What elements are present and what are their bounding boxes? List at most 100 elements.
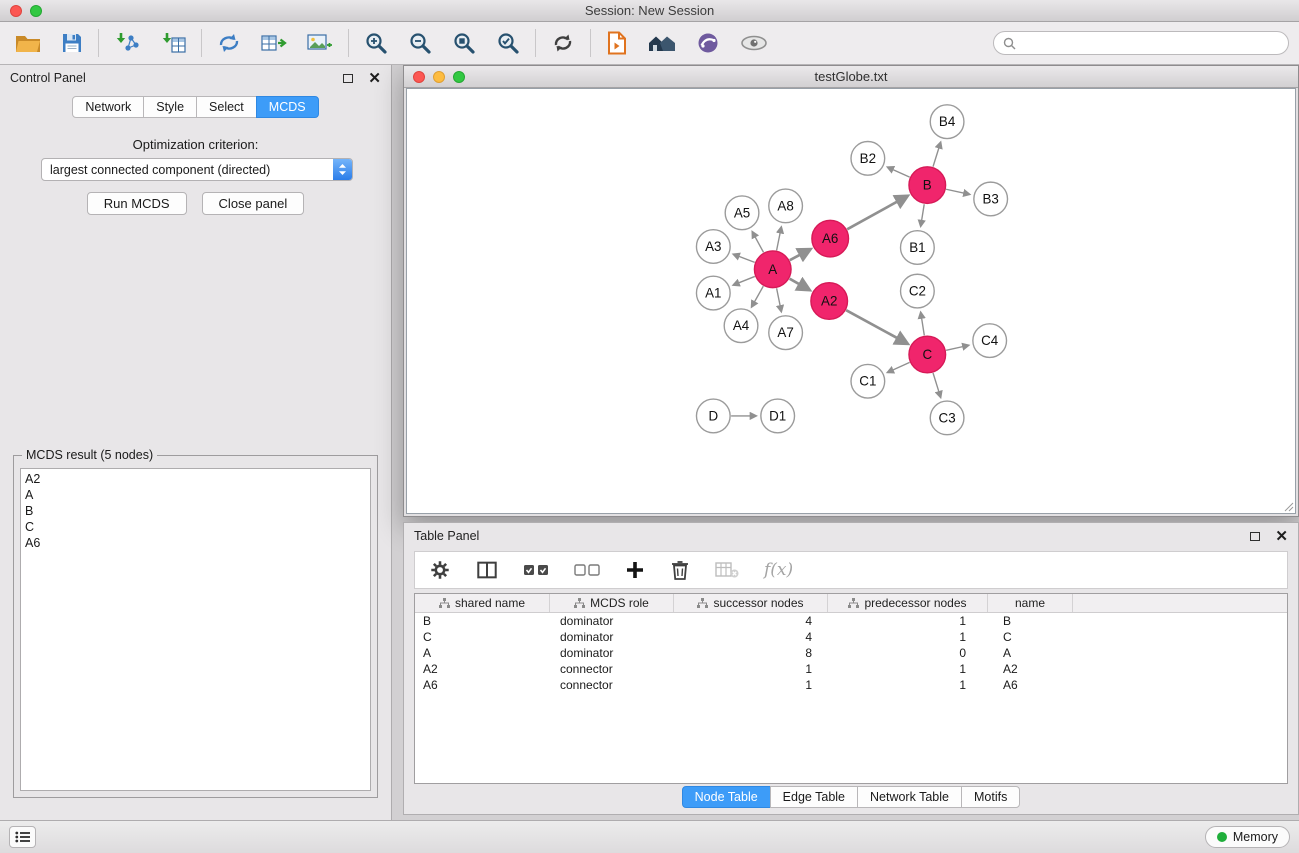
graph-edge-C-C3[interactable] (933, 373, 941, 397)
table-cell[interactable]: 8 (674, 645, 828, 661)
table-cell[interactable]: 4 (674, 613, 828, 629)
table-cell[interactable]: connector (550, 677, 674, 693)
save-session-button[interactable] (61, 32, 83, 54)
table-row[interactable]: A6connector11A6 (415, 677, 1287, 693)
graph-node-C4[interactable]: C4 (973, 324, 1007, 358)
table-cell[interactable]: A6 (988, 677, 1073, 693)
export-image-button[interactable] (307, 32, 333, 54)
mcds-result-item[interactable]: A6 (21, 535, 370, 551)
table-cell[interactable]: C (988, 629, 1073, 645)
graph-edge-A-A2[interactable] (790, 279, 809, 290)
zoom-in-button[interactable] (364, 31, 388, 55)
network-zoom-button[interactable] (453, 71, 465, 83)
delete-column-button[interactable] (670, 559, 690, 581)
optimization-criterion-select[interactable]: largest connected component (directed) (41, 158, 353, 181)
table-cell[interactable]: 1 (674, 661, 828, 677)
graph-edge-A6-B[interactable] (847, 196, 907, 229)
import-file-button[interactable] (606, 31, 628, 55)
float-table-panel-icon[interactable] (1250, 532, 1260, 541)
run-mcds-button[interactable]: Run MCDS (87, 192, 187, 215)
graph-edge-C-C1[interactable] (888, 362, 910, 372)
deselect-all-button[interactable] (574, 562, 600, 578)
table-cell[interactable]: 1 (828, 613, 988, 629)
graph-node-A3[interactable]: A3 (696, 230, 730, 264)
table-cell[interactable]: A2 (988, 661, 1073, 677)
network-minimize-button[interactable] (433, 71, 445, 83)
graph-node-D[interactable]: D (696, 399, 730, 433)
zoom-selected-button[interactable] (496, 31, 520, 55)
table-cell[interactable]: A2 (415, 661, 550, 677)
graph-node-B1[interactable]: B1 (901, 231, 935, 265)
export-table-button[interactable] (261, 32, 287, 54)
table-cell[interactable]: A6 (415, 677, 550, 693)
table-cell[interactable]: 1 (828, 677, 988, 693)
show-columns-button[interactable] (476, 559, 498, 581)
graph-edge-A2-C[interactable] (846, 310, 907, 343)
graph-edge-B-B2[interactable] (888, 167, 910, 177)
show-panels-button[interactable] (9, 826, 36, 848)
graph-edge-B-B1[interactable] (921, 204, 924, 226)
mcds-result-item[interactable]: B (21, 503, 370, 519)
close-window-button[interactable] (10, 5, 22, 17)
table-row[interactable]: Cdominator41C (415, 629, 1287, 645)
float-panel-icon[interactable] (343, 74, 353, 83)
home-button[interactable] (648, 32, 676, 54)
graph-edge-A-A5[interactable] (752, 232, 763, 252)
column-header-predecessor-nodes[interactable]: predecessor nodes (828, 594, 988, 612)
graph-node-C3[interactable]: C3 (930, 401, 964, 435)
export-network-button[interactable] (217, 32, 241, 54)
zoom-window-button[interactable] (30, 5, 42, 17)
graph-node-C[interactable]: C (909, 336, 946, 373)
graph-edge-A-A7[interactable] (777, 288, 782, 311)
tab-network-table[interactable]: Network Table (857, 786, 962, 808)
table-cell[interactable]: 0 (828, 645, 988, 661)
search-field[interactable] (993, 31, 1289, 55)
graph-edge-A-A8[interactable] (777, 227, 782, 250)
table-row[interactable]: Bdominator41B (415, 613, 1287, 629)
memory-button[interactable]: Memory (1205, 826, 1290, 848)
graphics-details-button[interactable] (740, 33, 768, 53)
table-cell[interactable]: 1 (674, 677, 828, 693)
zoom-fit-button[interactable] (452, 31, 476, 55)
graph-node-A5[interactable]: A5 (725, 196, 759, 230)
refresh-view-button[interactable] (551, 32, 575, 54)
graph-node-A7[interactable]: A7 (769, 316, 803, 350)
table-cell[interactable]: connector (550, 661, 674, 677)
network-canvas[interactable]: B4B2BB3A5A8A6B1A3AC2A1A2A4A7C4CC1C3DD1 (406, 88, 1296, 514)
graph-node-A[interactable]: A (754, 251, 791, 288)
table-cell[interactable]: 1 (828, 661, 988, 677)
column-header-successor-nodes[interactable]: successor nodes (674, 594, 828, 612)
graph-edge-C-C4[interactable] (946, 345, 968, 350)
network-close-button[interactable] (413, 71, 425, 83)
import-table-button[interactable] (160, 32, 186, 54)
graph-node-B3[interactable]: B3 (974, 182, 1008, 216)
function-builder-button[interactable]: f(x) (764, 560, 793, 580)
table-row[interactable]: Adominator80A (415, 645, 1287, 661)
table-cell[interactable]: dominator (550, 613, 674, 629)
tab-select[interactable]: Select (196, 96, 257, 118)
graph-edge-A-A1[interactable] (734, 276, 755, 285)
add-column-button[interactable] (625, 560, 645, 580)
close-panel-icon[interactable]: ✕ (368, 71, 381, 86)
delete-table-button[interactable] (715, 560, 739, 580)
column-header-shared-name[interactable]: shared name (415, 594, 550, 612)
close-panel-button[interactable]: Close panel (202, 192, 305, 215)
tab-edge-table[interactable]: Edge Table (770, 786, 858, 808)
mcds-result-list[interactable]: A2ABCA6 (20, 468, 371, 791)
graph-node-A1[interactable]: A1 (696, 276, 730, 310)
select-all-button[interactable] (523, 562, 549, 578)
table-settings-button[interactable] (429, 559, 451, 581)
graph-node-D1[interactable]: D1 (761, 399, 795, 433)
tab-style[interactable]: Style (143, 96, 197, 118)
tab-network[interactable]: Network (72, 96, 144, 118)
tab-mcds[interactable]: MCDS (256, 96, 319, 118)
column-header-name[interactable]: name (988, 594, 1073, 612)
graph-node-B4[interactable]: B4 (930, 105, 964, 139)
table-row[interactable]: A2connector11A2 (415, 661, 1287, 677)
search-input[interactable] (1021, 36, 1279, 50)
table-cell[interactable]: 4 (674, 629, 828, 645)
graph-node-B[interactable]: B (909, 167, 946, 204)
graph-edge-B-B3[interactable] (946, 189, 969, 194)
graph-node-A2[interactable]: A2 (811, 283, 848, 320)
resize-grip-icon[interactable] (1282, 500, 1294, 512)
